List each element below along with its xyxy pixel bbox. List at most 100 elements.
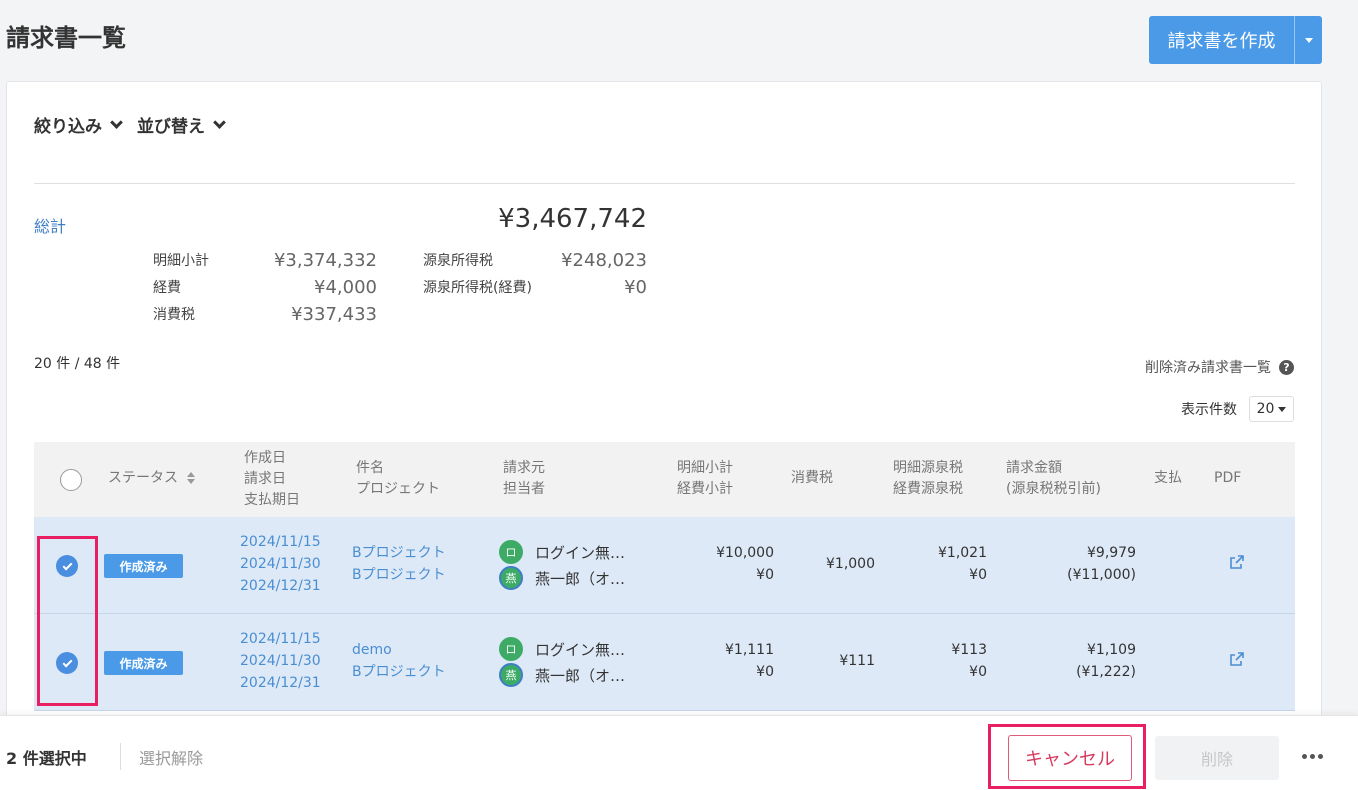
sort-label: 並び替え bbox=[137, 117, 205, 137]
expense-subtotal-header-label: 経費小計 bbox=[677, 481, 733, 497]
person-header-label: 担当者 bbox=[503, 481, 545, 497]
withholding-expense-label: 源泉所得税(経費) bbox=[423, 280, 532, 296]
withholding-value: ¥248,023 bbox=[561, 250, 647, 271]
per-page-control: 表示件数 20 bbox=[1181, 396, 1294, 422]
help-icon[interactable]: ? bbox=[1279, 359, 1294, 375]
deleted-invoices-label[interactable]: 削除済み請求書一覧 bbox=[1145, 357, 1271, 377]
per-page-select[interactable]: 20 bbox=[1249, 396, 1294, 422]
subtotal-header-label: 明細小計 bbox=[677, 460, 733, 476]
caret-down-icon bbox=[1278, 406, 1287, 412]
expense-value: ¥0 bbox=[756, 664, 774, 680]
subtotal-value: ¥3,374,332 bbox=[273, 250, 377, 271]
row-subject[interactable]: demo Bプロジェクト bbox=[352, 639, 446, 683]
due-date-header: 支払期日 bbox=[244, 492, 300, 508]
deselect-link[interactable]: 選択解除 bbox=[139, 745, 203, 769]
payment-header: 支払 bbox=[1154, 470, 1182, 486]
amount-pretax-header-label: (源泉税税引前) bbox=[1006, 481, 1101, 497]
issuer: ロ ログイン無… bbox=[499, 540, 625, 564]
project-link[interactable]: Bプロジェクト bbox=[352, 564, 446, 586]
subject-link[interactable]: Bプロジェクト bbox=[352, 542, 446, 564]
total-label[interactable]: 総計 bbox=[34, 213, 66, 237]
expense-value: ¥0 bbox=[756, 567, 774, 583]
subtotal-value: ¥10,000 bbox=[716, 545, 774, 561]
amount-value: ¥1,109 bbox=[1087, 642, 1136, 658]
person-name: 燕一郎（オ… bbox=[535, 666, 626, 685]
checkbox-highlight bbox=[37, 536, 98, 706]
invoice-date-header: 請求日 bbox=[244, 471, 286, 487]
row-subtotal: ¥10,000 ¥0 bbox=[674, 542, 774, 586]
row-tax: ¥1,000 bbox=[826, 556, 875, 572]
page-title: 請求書一覧 bbox=[6, 24, 126, 52]
status-header-label: ステータス bbox=[108, 470, 178, 486]
more-icon[interactable] bbox=[1302, 754, 1323, 759]
invoice-date: 2024/11/30 bbox=[240, 556, 321, 572]
row-dates: 2024/11/15 2024/11/30 2024/12/31 bbox=[240, 531, 321, 597]
withholding-expense-value: ¥0 bbox=[969, 567, 987, 583]
subject-header: 件名 プロジェクト bbox=[356, 458, 440, 500]
create-invoice-label[interactable]: 請求書を作成 bbox=[1149, 16, 1294, 64]
avatar: ロ bbox=[499, 637, 523, 661]
chevron-down-icon bbox=[213, 115, 226, 129]
status-badge: 作成済み bbox=[104, 554, 183, 578]
status-badge: 作成済み bbox=[104, 651, 183, 675]
subject-link[interactable]: demo bbox=[352, 639, 446, 661]
selected-count: 2 件選択中 bbox=[6, 749, 87, 768]
status-header[interactable]: ステータス bbox=[108, 468, 196, 489]
project-link[interactable]: Bプロジェクト bbox=[352, 661, 446, 683]
issuer-header: 請求元 担当者 bbox=[503, 458, 545, 500]
per-page-label: 表示件数 bbox=[1181, 402, 1237, 418]
create-invoice-dropdown[interactable] bbox=[1294, 16, 1322, 64]
filter-dropdown[interactable]: 絞り込み bbox=[34, 112, 123, 137]
issuer: ロ ログイン無… bbox=[499, 637, 625, 661]
invoice-date: 2024/11/30 bbox=[240, 653, 321, 669]
person-in-charge: 燕 燕一郎（オ… bbox=[499, 566, 625, 590]
amount-header: 請求金額 (源泉税税引前) bbox=[1006, 458, 1101, 500]
subject-header-label: 件名 bbox=[356, 460, 384, 476]
delete-button[interactable]: 削除 bbox=[1155, 736, 1279, 780]
due-date: 2024/12/31 bbox=[240, 675, 321, 691]
table-row[interactable]: 作成済み 2024/11/15 2024/11/30 2024/12/31 Bプ… bbox=[34, 517, 1295, 614]
row-subject[interactable]: Bプロジェクト Bプロジェクト bbox=[352, 542, 446, 586]
issuer-name: ログイン無… bbox=[535, 640, 626, 659]
consumption-tax-label: 消費税 bbox=[153, 307, 195, 323]
row-withholding: ¥113 ¥0 bbox=[887, 639, 987, 683]
subtotal-header: 明細小計 経費小計 bbox=[677, 458, 733, 500]
tax-header: 消費税 bbox=[791, 470, 833, 486]
filter-bar: 絞り込み 並び替え bbox=[34, 112, 226, 137]
deleted-invoices-link[interactable]: 削除済み請求書一覧 ? bbox=[1145, 357, 1294, 377]
divider bbox=[120, 743, 121, 770]
amount-pretax-value: (¥11,000) bbox=[1067, 567, 1136, 583]
created-date: 2024/11/15 bbox=[240, 631, 321, 647]
select-all-checkbox[interactable] bbox=[60, 469, 82, 491]
avatar: 燕 bbox=[499, 566, 523, 590]
external-link-icon[interactable] bbox=[1229, 651, 1245, 667]
selection-footer: 2 件選択中 選択解除 キャンセル 削除 bbox=[0, 715, 1358, 790]
subtotal-label: 明細小計 bbox=[153, 253, 209, 269]
table-row[interactable]: 作成済み 2024/11/15 2024/11/30 2024/12/31 de… bbox=[34, 614, 1295, 711]
table-header: ステータス 作成日 請求日 支払期日 件名 プロジェクト 請求元 担当者 明細小… bbox=[34, 442, 1295, 517]
person-in-charge: 燕 燕一郎（オ… bbox=[499, 663, 625, 687]
caret-down-icon bbox=[1304, 37, 1313, 43]
sort-dropdown[interactable]: 並び替え bbox=[137, 112, 226, 137]
result-count: 20 件 / 48 件 bbox=[34, 356, 121, 372]
created-date: 2024/11/15 bbox=[240, 534, 321, 550]
row-withholding: ¥1,021 ¥0 bbox=[887, 542, 987, 586]
row-tax: ¥111 bbox=[839, 653, 875, 669]
withholding-value: ¥1,021 bbox=[938, 545, 987, 561]
withholding-expense-header-label: 経費源泉税 bbox=[893, 481, 963, 497]
total-value: ¥3,467,742 bbox=[498, 204, 647, 234]
withholding-value: ¥113 bbox=[951, 642, 987, 658]
create-invoice-button[interactable]: 請求書を作成 bbox=[1149, 16, 1322, 64]
row-amount: ¥1,109 (¥1,222) bbox=[1014, 639, 1136, 683]
created-date-header: 作成日 bbox=[244, 450, 286, 466]
cancel-highlight bbox=[988, 724, 1146, 789]
sort-icon[interactable] bbox=[187, 472, 196, 484]
external-link-icon[interactable] bbox=[1229, 554, 1245, 570]
chevron-down-icon bbox=[110, 115, 123, 129]
row-subtotal: ¥1,111 ¥0 bbox=[674, 639, 774, 683]
per-page-value: 20 bbox=[1256, 401, 1275, 417]
subtotal-value: ¥1,111 bbox=[725, 642, 774, 658]
withholding-header-label: 明細源泉税 bbox=[893, 460, 963, 476]
pdf-header: PDF bbox=[1214, 470, 1242, 486]
person-name: 燕一郎（オ… bbox=[535, 569, 626, 588]
